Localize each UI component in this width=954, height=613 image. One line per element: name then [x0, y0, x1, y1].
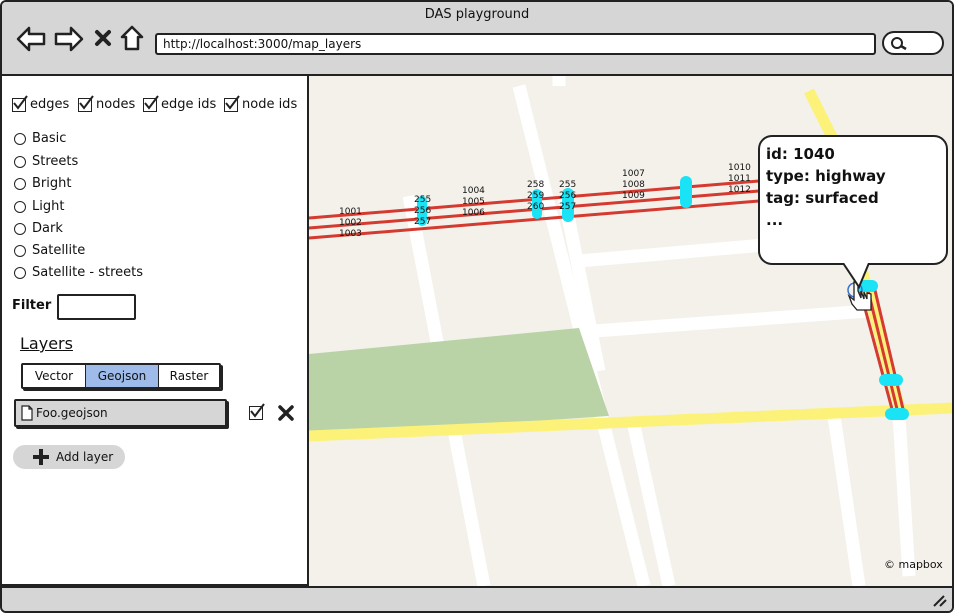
home-icon[interactable]	[120, 25, 144, 51]
edge-id-label: 257	[559, 202, 576, 212]
tab-geojson[interactable]: Geojson	[86, 365, 159, 387]
tooltip-line: ...	[766, 211, 784, 229]
radio-icon[interactable]	[14, 244, 26, 257]
basemap-label: Satellite - streets	[32, 265, 143, 280]
radio-icon[interactable]	[14, 222, 26, 235]
checkbox-checked-icon[interactable]	[12, 94, 28, 112]
forward-arrow-icon[interactable]	[54, 26, 84, 52]
plus-icon	[33, 449, 49, 465]
browser-window: DAS playground http://localhost:3000/map…	[0, 0, 954, 613]
edge-id-label: 1005	[462, 197, 485, 207]
tooltip-line: tag: surfaced	[766, 189, 879, 207]
node-cluster[interactable]	[885, 408, 909, 420]
add-layer-label: Add layer	[56, 450, 114, 464]
radio-icon[interactable]	[14, 200, 26, 213]
radio-icon[interactable]	[14, 155, 26, 168]
edge-id-label: 1008	[622, 180, 645, 190]
tooltip-tail	[842, 263, 870, 289]
basemap-option-satellite[interactable]: Satellite	[14, 243, 85, 258]
edge-id-label: 255	[559, 180, 576, 190]
radio-icon[interactable]	[14, 266, 26, 279]
delete-layer-icon[interactable]	[277, 404, 295, 422]
layers-heading: Layers	[20, 334, 73, 353]
basemap-option-satellite-streets[interactable]: Satellite - streets	[14, 265, 143, 280]
url-input[interactable]: http://localhost:3000/map_layers	[155, 33, 876, 55]
basemap-label: Bright	[32, 176, 72, 191]
close-icon[interactable]	[94, 29, 112, 47]
edge-id-label: 259	[527, 191, 544, 201]
toggle-label: node ids	[242, 97, 298, 112]
filter-input[interactable]	[57, 294, 136, 320]
layer-type-tabs: Vector Geojson Raster	[21, 363, 221, 389]
edge-id-label: 255	[414, 195, 431, 205]
search-icon	[891, 37, 907, 51]
layer-visible-checkbox-icon[interactable]	[249, 403, 265, 420]
edge-id-label: 1011	[728, 174, 751, 184]
edge-id-label: 1009	[622, 191, 645, 201]
toggle-edges[interactable]: edges	[12, 94, 70, 112]
edge-id-label: 257	[414, 217, 431, 227]
map-attribution[interactable]: © mapbox	[884, 558, 943, 571]
search-box[interactable]	[882, 31, 944, 55]
layer-file-item[interactable]: Foo.geojson	[14, 399, 227, 427]
add-layer-button[interactable]: Add layer	[13, 445, 125, 469]
sidebar: edges nodes edge ids node ids Basic Stre…	[2, 76, 309, 586]
edge-id-label: 256	[414, 206, 431, 216]
edge-id-label: 256	[559, 191, 576, 201]
edge-id-label: 1004	[462, 186, 485, 196]
edge-id-label: 258	[527, 180, 544, 190]
toggle-label: nodes	[96, 97, 136, 112]
basemap-label: Streets	[32, 154, 79, 169]
edge-id-label: 1006	[462, 208, 485, 218]
edge-id-label: 1012	[728, 185, 751, 195]
checkbox-checked-icon[interactable]	[224, 94, 240, 112]
tooltip-line: id: 1040	[766, 145, 835, 163]
resize-grip-icon[interactable]	[932, 594, 948, 608]
edge-id-label: 1010	[728, 163, 751, 173]
back-arrow-icon[interactable]	[16, 26, 46, 52]
tooltip-line: type: highway	[766, 167, 886, 185]
file-name: Foo.geojson	[36, 406, 108, 420]
title-bar: DAS playground http://localhost:3000/map…	[2, 2, 952, 76]
edge-id-label: 1001	[339, 207, 362, 217]
basemap-label: Light	[32, 199, 65, 214]
file-icon	[21, 405, 33, 421]
radio-icon[interactable]	[14, 177, 26, 190]
edge-id-label: 1007	[622, 169, 645, 179]
checkbox-checked-icon[interactable]	[78, 94, 94, 112]
window-title: DAS playground	[424, 7, 530, 22]
status-bar	[2, 586, 952, 611]
toggle-nodes[interactable]: nodes	[78, 94, 136, 112]
toggle-label: edges	[30, 97, 70, 112]
basemap-option-light[interactable]: Light	[14, 199, 64, 214]
tab-raster[interactable]: Raster	[159, 365, 219, 387]
filter-label: Filter	[12, 298, 52, 313]
edge-id-label: 260	[527, 202, 544, 212]
basemap-label: Basic	[32, 131, 67, 146]
node-cluster[interactable]	[680, 176, 692, 208]
feature-tooltip: id: 1040 type: highway tag: surfaced ...	[758, 135, 948, 289]
basemap-option-basic[interactable]: Basic	[14, 131, 66, 146]
toggle-label: edge ids	[161, 97, 217, 112]
basemap-option-dark[interactable]: Dark	[14, 221, 63, 236]
checkbox-checked-icon[interactable]	[143, 94, 159, 112]
toggle-edge-ids[interactable]: edge ids	[143, 94, 217, 112]
basemap-option-streets[interactable]: Streets	[14, 154, 78, 169]
basemap-label: Satellite	[32, 243, 86, 258]
basemap-label: Dark	[32, 221, 63, 236]
node-cluster[interactable]	[879, 374, 903, 386]
edge-id-label: 1002	[339, 218, 362, 228]
basemap-option-bright[interactable]: Bright	[14, 176, 71, 191]
radio-icon[interactable]	[14, 132, 26, 145]
edge-id-label: 1003	[339, 229, 362, 239]
tab-vector[interactable]: Vector	[23, 365, 86, 387]
toggle-node-ids[interactable]: node ids	[224, 94, 298, 112]
